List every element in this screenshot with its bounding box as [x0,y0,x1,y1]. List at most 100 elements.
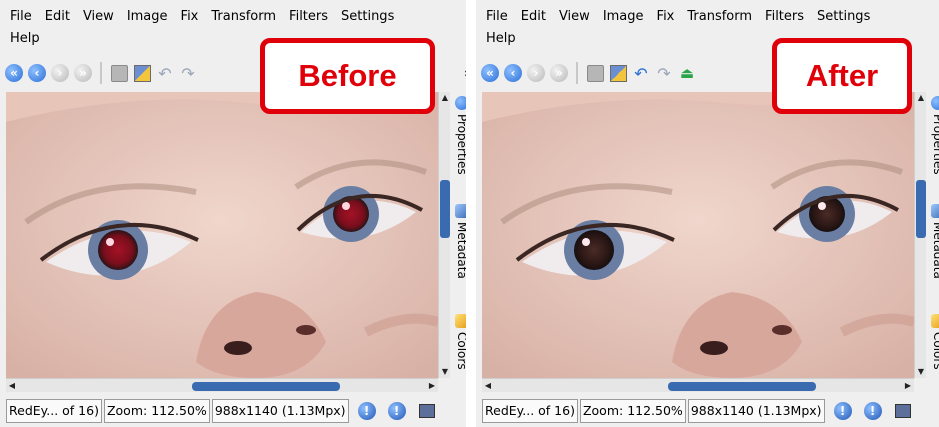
forward-icon[interactable]: › [526,63,546,83]
tab-metadata-label: Metadata [455,222,466,279]
vertical-scroll-thumb[interactable] [916,180,926,238]
forward-icon[interactable]: › [50,63,70,83]
menu-transform[interactable]: Transform [211,6,276,28]
info-button[interactable]: ! [831,399,855,423]
tab-properties[interactable]: Properties [451,96,466,175]
toolbar-separator [100,62,102,84]
scroll-right-icon[interactable]: ▶ [902,379,914,393]
menu-view[interactable]: View [559,6,590,28]
vertical-scroll-thumb[interactable] [440,180,450,238]
scroll-left-icon[interactable]: ◀ [482,379,494,393]
last-image-icon[interactable]: » [549,63,569,83]
info-icon: ! [863,402,882,420]
horizontal-scrollbar[interactable]: ◀ ▶ [482,378,914,392]
before-window: File Edit View Image Fix Transform Filte… [0,0,466,427]
colors-icon [455,314,466,328]
first-image-icon[interactable]: « [480,63,500,83]
status-zoom: Zoom: 112.50% [103,399,210,423]
after-window: File Edit View Image Fix Transform Filte… [476,0,939,427]
info-icon: ! [387,402,406,420]
toolbar-separator [576,62,578,84]
before-label: Before [260,38,435,114]
menu-transform[interactable]: Transform [687,6,752,28]
back-icon[interactable]: ‹ [27,63,47,83]
horizontal-scroll-thumb[interactable] [668,382,816,391]
tab-colors[interactable]: Colors [451,314,466,370]
first-image-icon[interactable]: « [4,63,24,83]
statusbar: RedEy... of 16) Zoom: 112.50% 988x1140 (… [0,395,466,427]
scroll-right-icon[interactable]: ▶ [426,379,438,393]
sidebar-tabs: Properties Metadata Colors [451,92,466,392]
status-size: 988x1140 (1.13Mpx) [211,399,349,423]
save-as-icon[interactable] [608,63,628,83]
tab-colors[interactable]: Colors [927,314,939,370]
monitor-icon [894,404,911,418]
tab-metadata[interactable]: Metadata [927,204,939,279]
info-button-2[interactable]: ! [385,399,409,423]
tab-properties-label: Properties [455,114,466,175]
info-icon: ! [833,402,852,420]
scroll-up-icon[interactable]: ▲ [915,92,927,104]
menu-image[interactable]: Image [127,6,168,28]
save-icon[interactable] [585,63,605,83]
vertical-scrollbar[interactable]: ▲ ▼ [438,92,450,378]
info-button[interactable]: ! [355,399,379,423]
revert-icon[interactable]: ⏏ [677,63,697,83]
menu-fix[interactable]: Fix [657,6,675,28]
properties-icon [455,96,466,110]
scroll-down-icon[interactable]: ▼ [915,366,927,378]
info-icon: ! [357,402,376,420]
menu-settings[interactable]: Settings [341,6,394,28]
redo-icon[interactable]: ↷ [178,63,198,83]
scroll-left-icon[interactable]: ◀ [6,379,18,393]
monitor-button[interactable] [891,399,915,423]
menu-image[interactable]: Image [603,6,644,28]
properties-icon [931,96,939,110]
colors-icon [931,314,939,328]
tab-metadata-label: Metadata [931,222,939,279]
tab-properties-label: Properties [931,114,939,175]
status-zoom: Zoom: 112.50% [579,399,686,423]
menu-settings[interactable]: Settings [817,6,870,28]
after-label: After [772,38,912,114]
statusbar: RedEy... of 16) Zoom: 112.50% 988x1140 (… [476,395,939,427]
face-photo [482,92,914,378]
tab-colors-label: Colors [931,332,939,370]
info-button-2[interactable]: ! [861,399,885,423]
back-icon[interactable]: ‹ [503,63,523,83]
undo-icon[interactable]: ↶ [155,63,175,83]
horizontal-scroll-thumb[interactable] [192,382,340,391]
menu-file[interactable]: File [486,6,508,28]
redo-icon[interactable]: ↷ [654,63,674,83]
monitor-button[interactable] [415,399,439,423]
image-canvas[interactable] [6,92,438,378]
menu-help[interactable]: Help [486,28,516,50]
menu-file[interactable]: File [10,6,32,28]
face-photo [6,92,438,378]
menu-help[interactable]: Help [10,28,40,50]
menu-edit[interactable]: Edit [521,6,546,28]
undo-icon[interactable]: ↶ [631,63,651,83]
image-canvas[interactable] [482,92,914,378]
menu-filters[interactable]: Filters [289,6,328,28]
scroll-down-icon[interactable]: ▼ [439,366,451,378]
metadata-icon [455,204,466,218]
scroll-up-icon[interactable]: ▲ [439,92,451,104]
tab-properties[interactable]: Properties [927,96,939,175]
tab-metadata[interactable]: Metadata [451,204,466,279]
monitor-icon [418,404,435,418]
save-as-icon[interactable] [132,63,152,83]
menu-edit[interactable]: Edit [45,6,70,28]
menu-fix[interactable]: Fix [181,6,199,28]
toolbar-more-icon[interactable]: » [464,66,466,80]
metadata-icon [931,204,939,218]
vertical-scrollbar[interactable]: ▲ ▼ [914,92,926,378]
save-icon[interactable] [109,63,129,83]
horizontal-scrollbar[interactable]: ◀ ▶ [6,378,438,392]
menu-view[interactable]: View [83,6,114,28]
tab-colors-label: Colors [455,332,466,370]
status-size: 988x1140 (1.13Mpx) [687,399,825,423]
status-file: RedEy... of 16) [482,399,578,423]
menu-filters[interactable]: Filters [765,6,804,28]
last-image-icon[interactable]: » [73,63,93,83]
